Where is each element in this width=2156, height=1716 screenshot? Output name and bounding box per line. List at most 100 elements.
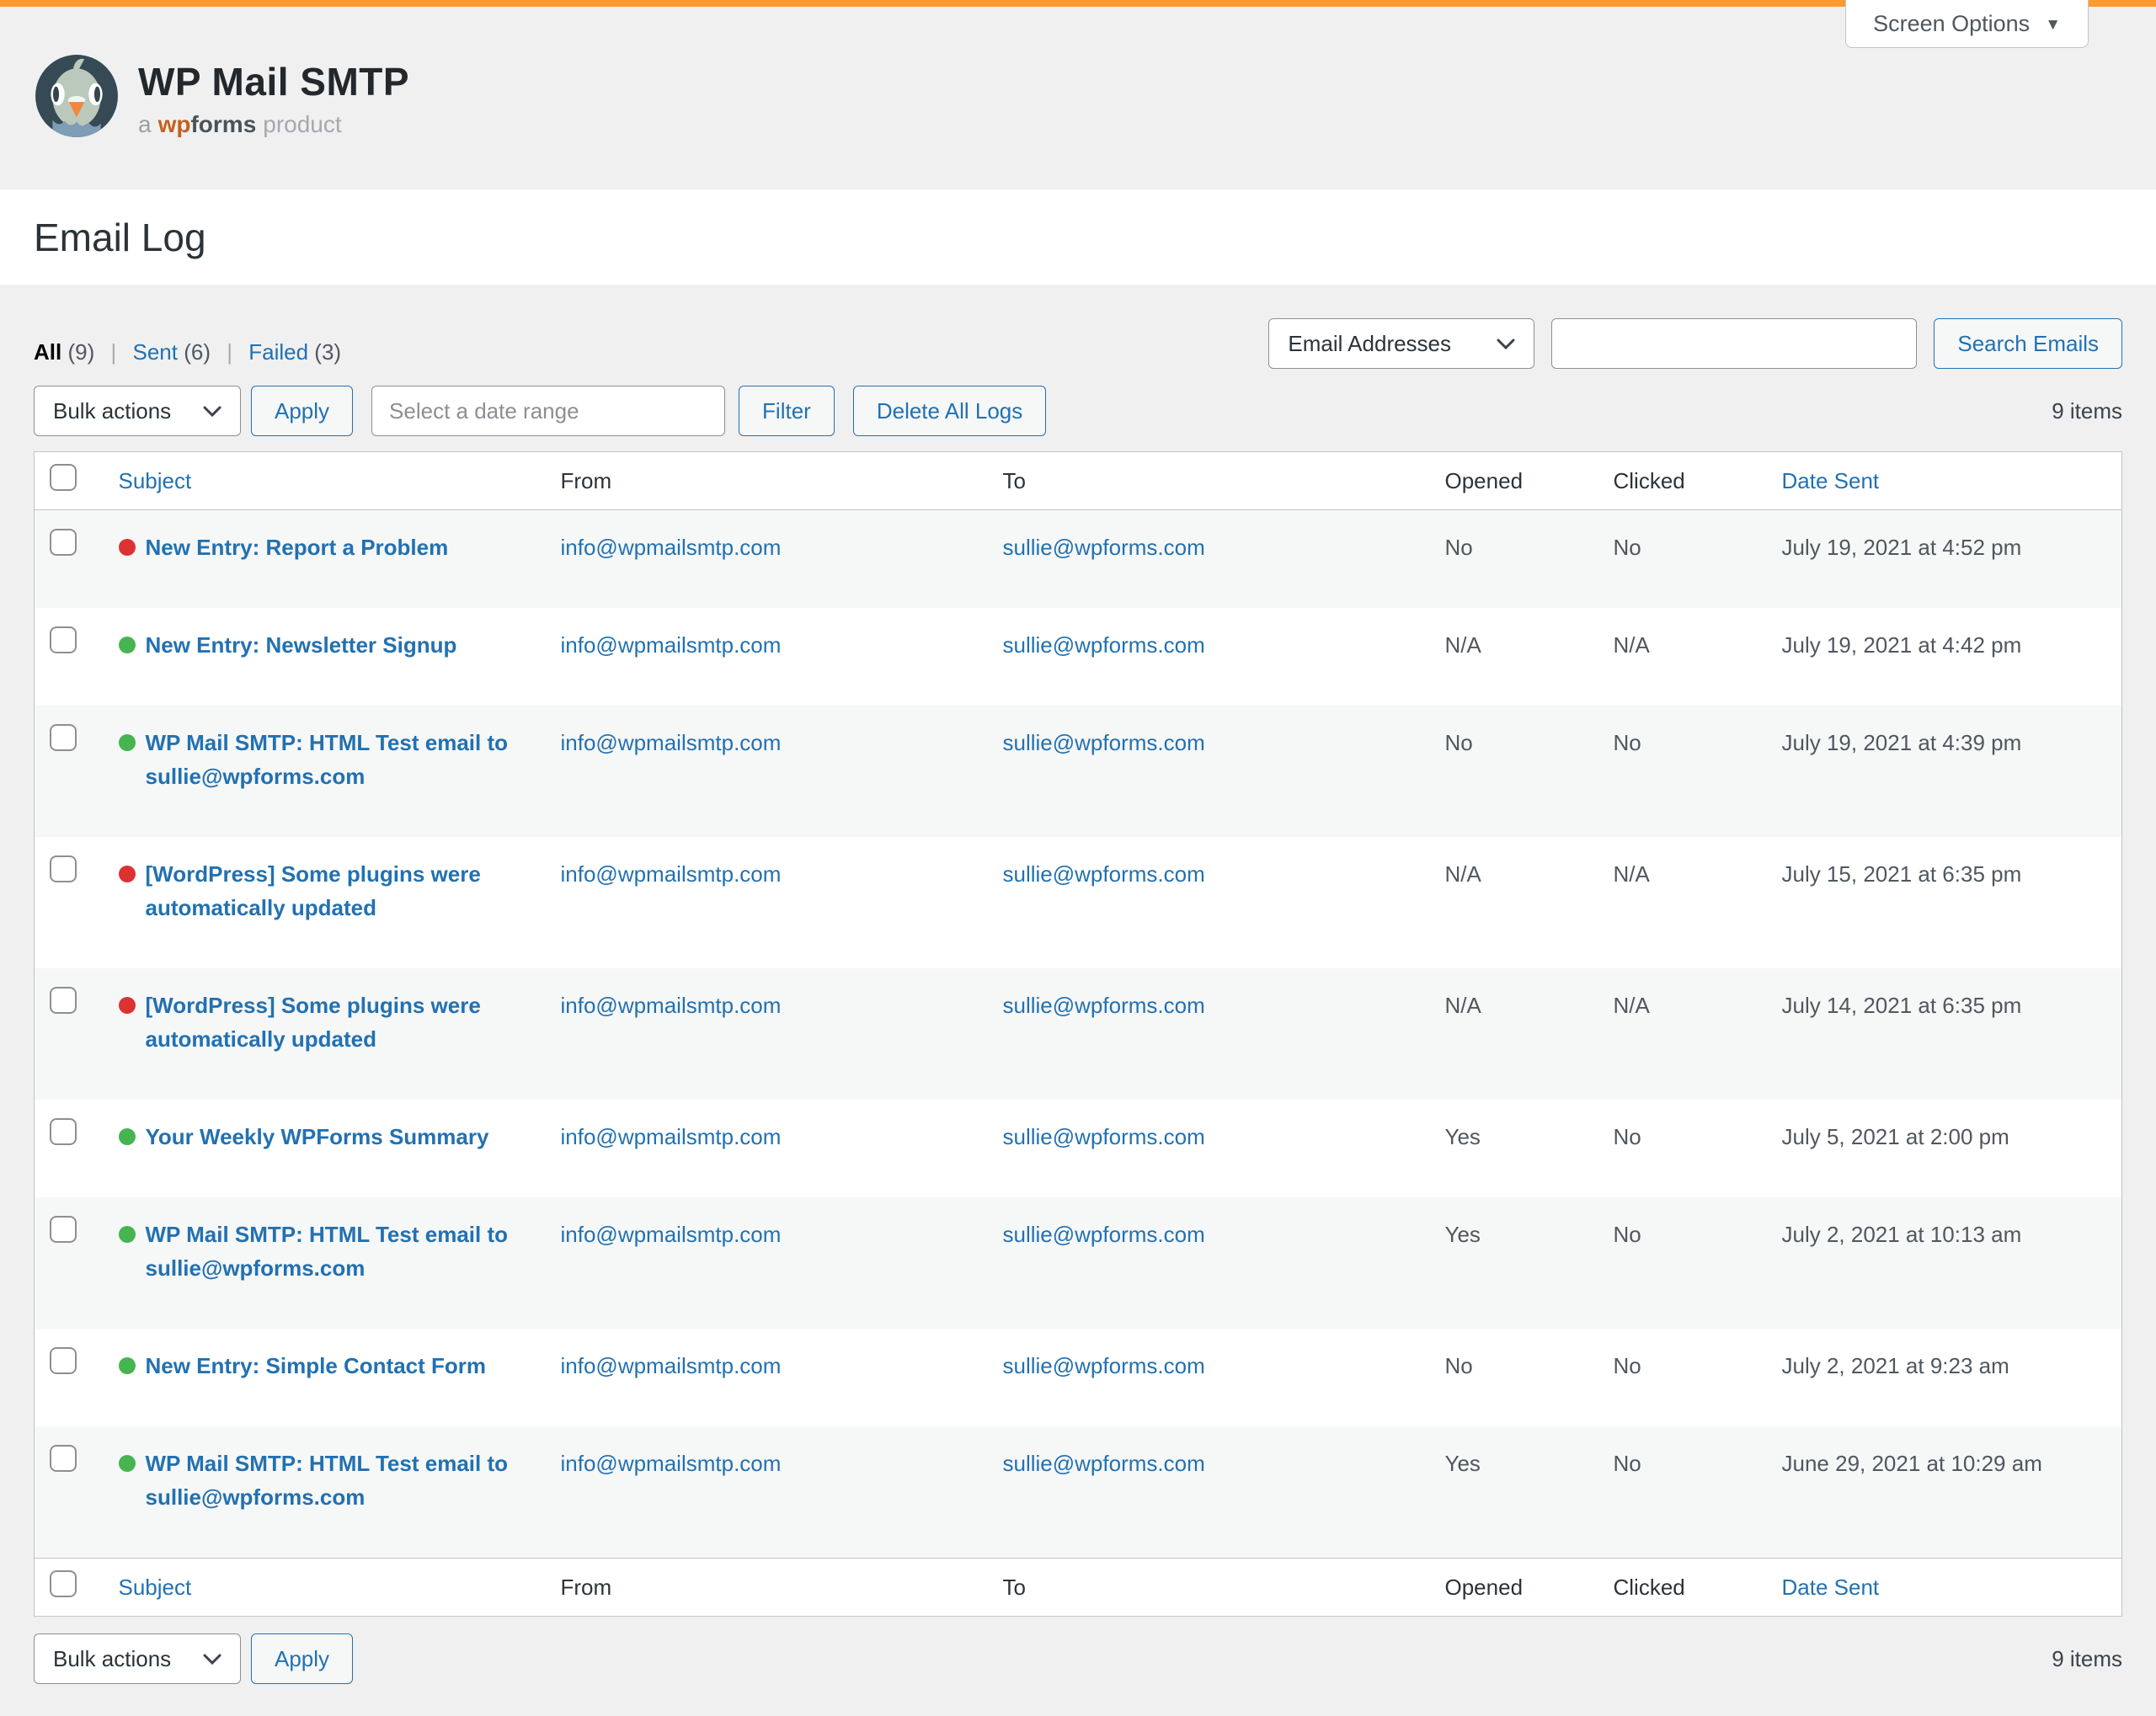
date-sent-cell: July 19, 2021 at 4:42 pm bbox=[1765, 608, 2122, 706]
table-header-row: Subject From To Opened Clicked Date Sent bbox=[35, 452, 2122, 510]
email-subject-link[interactable]: Your Weekly WPForms Summary bbox=[146, 1120, 489, 1154]
to-email-link[interactable]: sullie@wpforms.com bbox=[1003, 535, 1205, 560]
date-sent-cell: June 29, 2021 at 10:29 am bbox=[1765, 1426, 2122, 1559]
filter-sent[interactable]: Sent bbox=[132, 339, 178, 365]
table-footer-row: Subject From To Opened Clicked Date Sent bbox=[35, 1559, 2122, 1617]
date-range-input[interactable] bbox=[371, 386, 725, 436]
to-email-link[interactable]: sullie@wpforms.com bbox=[1003, 632, 1205, 658]
row-checkbox[interactable] bbox=[50, 855, 77, 882]
clicked-cell: No bbox=[1597, 1426, 1765, 1559]
select-all-checkbox[interactable] bbox=[50, 1570, 77, 1597]
status-dot bbox=[119, 1128, 136, 1145]
from-email-link[interactable]: info@wpmailsmtp.com bbox=[561, 730, 782, 755]
to-email-link[interactable]: sullie@wpforms.com bbox=[1003, 730, 1205, 755]
apply-button[interactable]: Apply bbox=[251, 386, 353, 436]
to-email-link[interactable]: sullie@wpforms.com bbox=[1003, 861, 1205, 887]
email-subject-link[interactable]: [WordPress] Some plugins were automatica… bbox=[146, 857, 536, 925]
status-filters: All (9) | Sent (6) | Failed (3) bbox=[34, 339, 341, 369]
from-email-link[interactable]: info@wpmailsmtp.com bbox=[561, 535, 782, 560]
wp-mail-smtp-logo bbox=[34, 53, 120, 143]
screen-options-tab[interactable]: Screen Options ▼ bbox=[1845, 0, 2089, 48]
to-email-link[interactable]: sullie@wpforms.com bbox=[1003, 1451, 1205, 1476]
email-subject-link[interactable]: New Entry: Report a Problem bbox=[146, 530, 449, 564]
status-dot bbox=[119, 1455, 136, 1472]
opened-cell: N/A bbox=[1428, 968, 1597, 1100]
email-log-content: All (9) | Sent (6) | Failed (3) Email Ad… bbox=[0, 285, 2156, 1684]
filter-separator: | bbox=[110, 339, 116, 365]
date-sent-cell: July 2, 2021 at 10:13 am bbox=[1765, 1197, 2122, 1329]
column-header-date-sent[interactable]: Date Sent bbox=[1782, 468, 1880, 493]
from-email-link[interactable]: info@wpmailsmtp.com bbox=[561, 1353, 782, 1378]
table-row: New Entry: Report a Problem info@wpmails… bbox=[35, 510, 2122, 609]
table-row: Your Weekly WPForms Summary info@wpmails… bbox=[35, 1100, 2122, 1197]
column-header-opened: Opened bbox=[1428, 1559, 1597, 1617]
email-subject-link[interactable]: WP Mail SMTP: HTML Test email to sullie@… bbox=[146, 1218, 536, 1285]
row-checkbox[interactable] bbox=[50, 529, 77, 556]
to-email-link[interactable]: sullie@wpforms.com bbox=[1003, 1222, 1205, 1247]
search-box: Email Addresses Search Emails bbox=[1268, 318, 2122, 369]
from-email-link[interactable]: info@wpmailsmtp.com bbox=[561, 1451, 782, 1476]
clicked-cell: N/A bbox=[1597, 837, 1765, 968]
from-email-link[interactable]: info@wpmailsmtp.com bbox=[561, 993, 782, 1018]
column-header-clicked: Clicked bbox=[1597, 1559, 1765, 1617]
table-row: WP Mail SMTP: HTML Test email to sullie@… bbox=[35, 1426, 2122, 1559]
search-input[interactable] bbox=[1551, 318, 1917, 369]
filter-button[interactable]: Filter bbox=[739, 386, 835, 436]
bulk-actions-select[interactable]: Bulk actions bbox=[34, 386, 241, 436]
row-checkbox[interactable] bbox=[50, 1445, 77, 1472]
title-band: Email Log bbox=[0, 189, 2156, 285]
apply-button[interactable]: Apply bbox=[251, 1633, 353, 1684]
search-emails-button[interactable]: Search Emails bbox=[1934, 318, 2122, 369]
date-sent-cell: July 2, 2021 at 9:23 am bbox=[1765, 1329, 2122, 1426]
date-sent-cell: July 19, 2021 at 4:52 pm bbox=[1765, 510, 2122, 609]
email-subject-link[interactable]: New Entry: Newsletter Signup bbox=[146, 628, 457, 662]
status-dot bbox=[119, 1357, 136, 1374]
to-email-link[interactable]: sullie@wpforms.com bbox=[1003, 1124, 1205, 1149]
table-toolbar: Bulk actions Apply Filter Delete All Log… bbox=[34, 386, 2122, 436]
chevron-down-icon bbox=[203, 406, 221, 417]
clicked-cell: No bbox=[1597, 510, 1765, 609]
row-checkbox[interactable] bbox=[50, 626, 77, 653]
search-field-select[interactable]: Email Addresses bbox=[1268, 318, 1534, 369]
column-header-to: To bbox=[986, 1559, 1428, 1617]
status-dot bbox=[119, 997, 136, 1014]
chevron-down-icon bbox=[203, 1654, 221, 1665]
to-email-link[interactable]: sullie@wpforms.com bbox=[1003, 993, 1205, 1018]
select-all-checkbox[interactable] bbox=[50, 464, 77, 491]
email-subject-link[interactable]: New Entry: Simple Contact Form bbox=[146, 1349, 487, 1383]
opened-cell: N/A bbox=[1428, 608, 1597, 706]
filter-failed[interactable]: Failed bbox=[248, 339, 308, 365]
filter-all[interactable]: All bbox=[34, 339, 61, 365]
items-count: 9 items bbox=[2052, 398, 2122, 424]
column-header-to: To bbox=[986, 452, 1428, 510]
from-email-link[interactable]: info@wpmailsmtp.com bbox=[561, 1124, 782, 1149]
delete-all-logs-button[interactable]: Delete All Logs bbox=[853, 386, 1046, 436]
row-checkbox[interactable] bbox=[50, 1216, 77, 1243]
date-sent-cell: July 5, 2021 at 2:00 pm bbox=[1765, 1100, 2122, 1197]
from-email-link[interactable]: info@wpmailsmtp.com bbox=[561, 861, 782, 887]
row-checkbox[interactable] bbox=[50, 724, 77, 751]
opened-cell: Yes bbox=[1428, 1100, 1597, 1197]
from-email-link[interactable]: info@wpmailsmtp.com bbox=[561, 1222, 782, 1247]
chevron-down-icon: ▼ bbox=[2045, 16, 2061, 35]
email-subject-link[interactable]: [WordPress] Some plugins were automatica… bbox=[146, 989, 536, 1056]
table-row: WP Mail SMTP: HTML Test email to sullie@… bbox=[35, 706, 2122, 837]
search-field-selected-value: Email Addresses bbox=[1288, 331, 1451, 357]
email-subject-link[interactable]: WP Mail SMTP: HTML Test email to sullie@… bbox=[146, 1447, 536, 1514]
bulk-actions-select[interactable]: Bulk actions bbox=[34, 1633, 241, 1684]
row-checkbox[interactable] bbox=[50, 1118, 77, 1145]
to-email-link[interactable]: sullie@wpforms.com bbox=[1003, 1353, 1205, 1378]
column-header-from: From bbox=[544, 1559, 986, 1617]
column-header-subject[interactable]: Subject bbox=[119, 1575, 192, 1600]
row-checkbox[interactable] bbox=[50, 1347, 77, 1374]
column-header-date-sent[interactable]: Date Sent bbox=[1782, 1575, 1880, 1600]
chevron-down-icon bbox=[1497, 338, 1515, 349]
email-subject-link[interactable]: WP Mail SMTP: HTML Test email to sullie@… bbox=[146, 726, 536, 793]
email-log-table: Subject From To Opened Clicked Date Sent… bbox=[34, 451, 2122, 1617]
row-checkbox[interactable] bbox=[50, 987, 77, 1014]
date-sent-cell: July 14, 2021 at 6:35 pm bbox=[1765, 968, 2122, 1100]
plugin-header: WP Mail SMTP awpformsproduct bbox=[0, 7, 2156, 189]
column-header-subject[interactable]: Subject bbox=[119, 468, 192, 493]
clicked-cell: N/A bbox=[1597, 968, 1765, 1100]
from-email-link[interactable]: info@wpmailsmtp.com bbox=[561, 632, 782, 658]
